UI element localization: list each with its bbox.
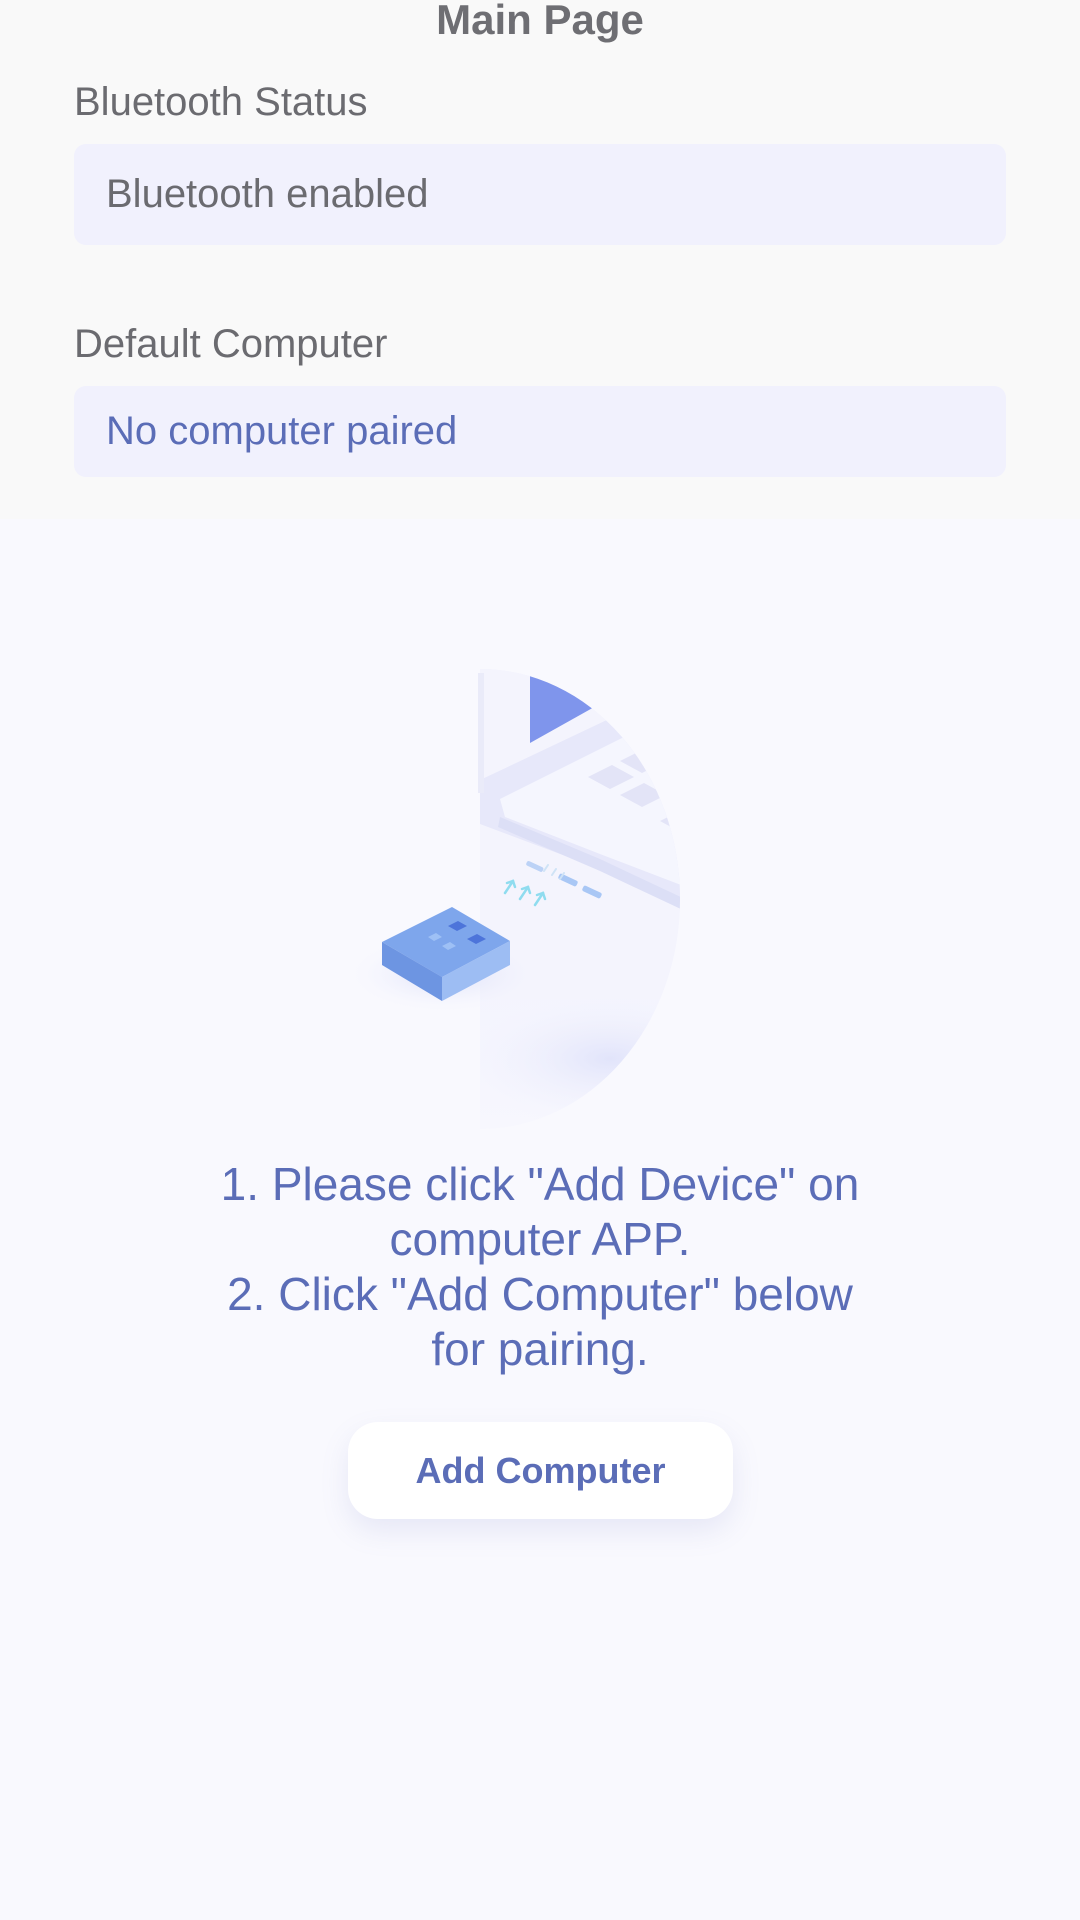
- default-computer-field[interactable]: No computer paired: [74, 386, 1006, 477]
- bluetooth-status-field: Bluetooth enabled: [74, 144, 1006, 245]
- page-title: Main Page: [436, 0, 644, 43]
- instruction-line: computer APP.: [389, 1213, 691, 1265]
- usb-dongle-laptop-illustration: [330, 639, 790, 1159]
- instruction-line: for pairing.: [431, 1323, 649, 1375]
- default-computer-value: No computer paired: [106, 409, 458, 453]
- bluetooth-status-label: Bluetooth Status: [74, 80, 368, 124]
- status-panel: Main Page Bluetooth Status Bluetooth ena…: [0, 0, 1080, 519]
- pairing-instructions: 1. Please click "Add Device" on computer…: [140, 1157, 940, 1377]
- add-computer-button[interactable]: Add Computer: [348, 1422, 733, 1519]
- pairing-panel: 1. Please click "Add Device" on computer…: [0, 519, 1080, 1920]
- bluetooth-status-value: Bluetooth enabled: [106, 172, 429, 216]
- instruction-line: 2. Click "Add Computer" below: [227, 1268, 853, 1320]
- default-computer-label: Default Computer: [74, 322, 388, 366]
- instruction-line: 1. Please click "Add Device" on: [220, 1158, 860, 1210]
